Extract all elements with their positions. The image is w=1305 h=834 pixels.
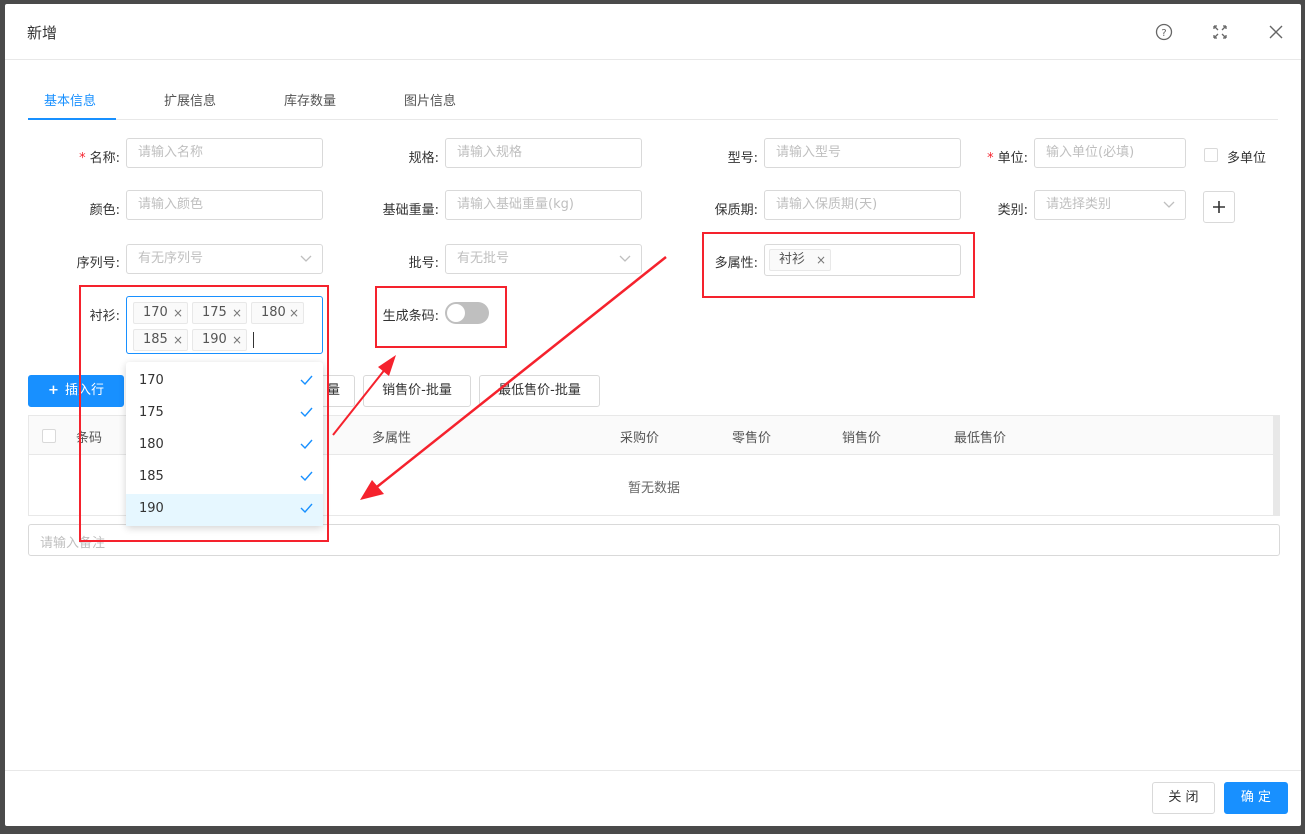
insert-row-button[interactable]: + 插入行 <box>28 375 124 407</box>
shirt-label: 衬衫: <box>89 309 120 324</box>
option-175[interactable]: 175 <box>126 398 323 430</box>
name-label: * 名称: <box>79 151 120 166</box>
category-select[interactable]: 请选择类别 <box>1034 190 1186 220</box>
shirt-options-dropdown: 170 175 180 185 190 <box>126 362 323 526</box>
check-icon <box>300 503 313 513</box>
barcode-toggle[interactable] <box>445 302 489 324</box>
tag-close-icon[interactable]: × <box>816 250 826 270</box>
shelf-life-label: 保质期: <box>714 203 758 218</box>
modal-header: 新增 ? <box>5 4 1301 60</box>
modal-footer: 关 闭 确 定 <box>5 770 1301 827</box>
base-weight-input[interactable]: 请输入基础重量(kg) <box>445 190 642 220</box>
option-190[interactable]: 190 <box>126 494 323 526</box>
close-icon[interactable] <box>1266 22 1286 42</box>
add-category-button[interactable] <box>1203 191 1235 223</box>
batch-label: 批号: <box>408 256 439 271</box>
color-input[interactable]: 请输入颜色 <box>126 190 323 220</box>
tab-active-indicator <box>28 118 116 120</box>
tag-close-icon[interactable]: × <box>173 330 183 350</box>
svg-text:?: ? <box>1161 28 1166 39</box>
tag-close-icon[interactable]: × <box>232 330 242 350</box>
help-icon[interactable]: ? <box>1154 22 1174 42</box>
tab-basic-info[interactable]: 基本信息 <box>44 90 96 109</box>
shirt-tag-180: 180 × <box>251 302 304 324</box>
confirm-button[interactable]: 确 定 <box>1224 782 1288 814</box>
close-button[interactable]: 关 闭 <box>1152 782 1215 814</box>
shirt-tag-185: 185 × <box>133 329 188 351</box>
select-all-checkbox[interactable] <box>42 429 56 443</box>
tab-bar: 基本信息 扩展信息 库存数量 图片信息 <box>28 84 1278 120</box>
shirt-tag-175: 175 × <box>192 302 247 324</box>
unit-input[interactable]: 输入单位(必填) <box>1034 138 1186 168</box>
option-180[interactable]: 180 <box>126 430 323 462</box>
multi-unit-label: 多单位 <box>1227 151 1267 166</box>
column-min-price: 最低售价 <box>954 431 1007 446</box>
tab-image-info[interactable]: 图片信息 <box>404 90 456 109</box>
chevron-down-icon <box>1163 201 1175 208</box>
shirt-tag-190: 190 × <box>192 329 247 351</box>
batch-select[interactable]: 有无批号 <box>445 244 642 274</box>
spec-input[interactable]: 请输入规格 <box>445 138 642 168</box>
category-placeholder: 请选择类别 <box>1046 197 1112 212</box>
tab-extended-info[interactable]: 扩展信息 <box>164 90 216 109</box>
multi-unit-checkbox[interactable] <box>1204 148 1218 162</box>
serial-label: 序列号: <box>76 256 120 271</box>
tab-stock-quantity[interactable]: 库存数量 <box>284 90 336 109</box>
model-label: 型号: <box>727 151 758 166</box>
shirt-multi-select[interactable]: 170 × 175 × 180 × 185 × 190 × <box>126 296 323 354</box>
toggle-knob <box>447 304 465 322</box>
check-icon <box>300 375 313 385</box>
fullscreen-icon[interactable] <box>1210 22 1230 42</box>
serial-select[interactable]: 有无序列号 <box>126 244 323 274</box>
table-scrollbar[interactable] <box>1273 416 1279 515</box>
barcode-label: 生成条码: <box>382 309 439 324</box>
multi-attr-label: 多属性: <box>714 256 758 271</box>
option-185[interactable]: 185 <box>126 462 323 494</box>
text-cursor <box>253 332 254 348</box>
tag-close-icon[interactable]: × <box>289 303 299 323</box>
chevron-down-icon <box>619 255 631 262</box>
base-weight-label: 基础重量: <box>382 203 439 218</box>
category-label: 类别: <box>997 203 1028 218</box>
option-170[interactable]: 170 <box>126 366 323 398</box>
column-barcode: 条码 <box>76 431 103 446</box>
unit-label: * 单位: <box>987 151 1028 166</box>
sale-price-batch-button[interactable]: 销售价-批量 <box>363 375 471 407</box>
column-purchase-price: 采购价 <box>620 431 660 446</box>
column-sale-price: 销售价 <box>842 431 882 446</box>
check-icon <box>300 471 313 481</box>
column-retail-price: 零售价 <box>732 431 772 446</box>
column-multi-attr: 多属性 <box>372 431 412 446</box>
color-label: 颜色: <box>89 203 120 218</box>
shirt-tag-170: 170 × <box>133 302 188 324</box>
model-input[interactable]: 请输入型号 <box>764 138 961 168</box>
name-input[interactable]: 请输入名称 <box>126 138 323 168</box>
tag-close-icon[interactable]: × <box>173 303 183 323</box>
min-price-batch-button[interactable]: 最低售价-批量 <box>479 375 600 407</box>
check-icon <box>300 439 313 449</box>
plus-icon: + <box>48 383 59 398</box>
multi-attr-select[interactable]: 衬衫 × <box>764 244 961 276</box>
modal-title: 新增 <box>27 24 58 42</box>
remark-textarea[interactable]: 请输入备注 <box>28 524 1280 556</box>
plus-icon <box>1213 201 1225 213</box>
tag-close-icon[interactable]: × <box>232 303 242 323</box>
serial-placeholder: 有无序列号 <box>138 251 204 266</box>
shelf-life-input[interactable]: 请输入保质期(天) <box>764 190 961 220</box>
modal-dialog: 新增 ? 基本信息 扩展信息 库存数量 图片信息 * 名称: 请输入名称 规格: … <box>5 4 1301 826</box>
batch-placeholder: 有无批号 <box>457 251 510 266</box>
multi-attr-tag: 衬衫 × <box>769 249 831 271</box>
chevron-down-icon <box>300 255 312 262</box>
check-icon <box>300 407 313 417</box>
spec-label: 规格: <box>408 151 439 166</box>
